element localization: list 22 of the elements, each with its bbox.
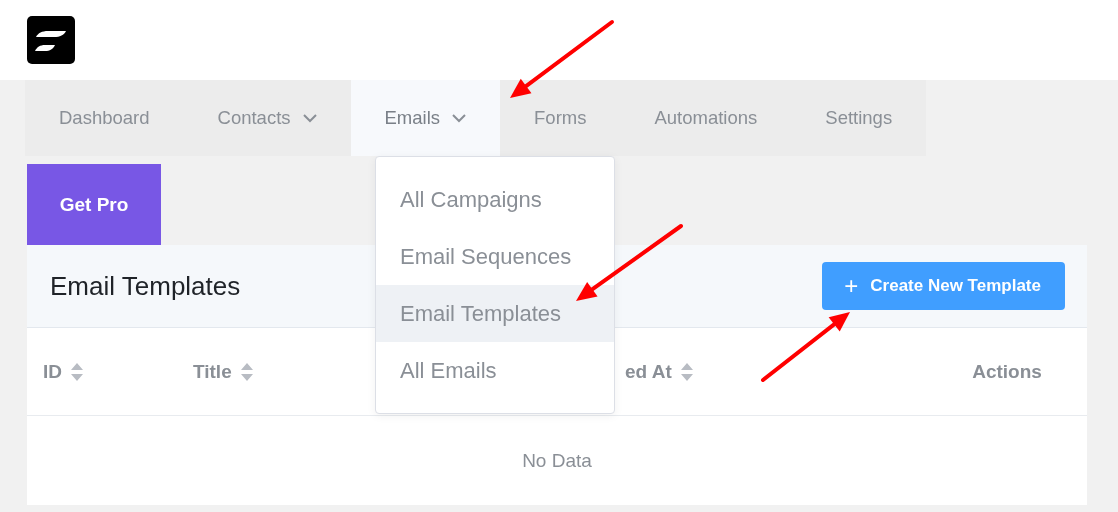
nav-tab[interactable]: Settings [791, 80, 927, 156]
sort-icon[interactable] [239, 362, 254, 381]
column-header[interactable]: Title [193, 360, 232, 383]
sort-icon[interactable] [679, 362, 694, 381]
column-header[interactable]: ed At [625, 360, 672, 383]
page-title: Email Templates [50, 270, 241, 302]
nav-tab[interactable]: Emails [350, 80, 501, 156]
empty-message: No Data [522, 449, 592, 472]
get-pro-button[interactable]: Get Pro [27, 164, 161, 245]
menu-item[interactable]: All Campaigns [376, 171, 614, 228]
logo-icon [27, 16, 75, 64]
create-template-button[interactable]: + Create New Template [822, 262, 1065, 310]
menu-item[interactable]: Email Templates [376, 285, 614, 342]
nav-tab[interactable]: Dashboard [25, 80, 184, 156]
column-header[interactable]: ID [43, 360, 62, 383]
menu-item[interactable]: Email Sequences [376, 228, 614, 285]
nav-tab[interactable]: Forms [500, 80, 621, 156]
column-header: Actions [972, 360, 1042, 383]
nav-tab[interactable]: Contacts [183, 80, 351, 156]
menu-item[interactable]: All Emails [376, 342, 614, 399]
nav-tab[interactable]: Automations [620, 80, 792, 156]
sort-icon[interactable] [70, 362, 84, 381]
